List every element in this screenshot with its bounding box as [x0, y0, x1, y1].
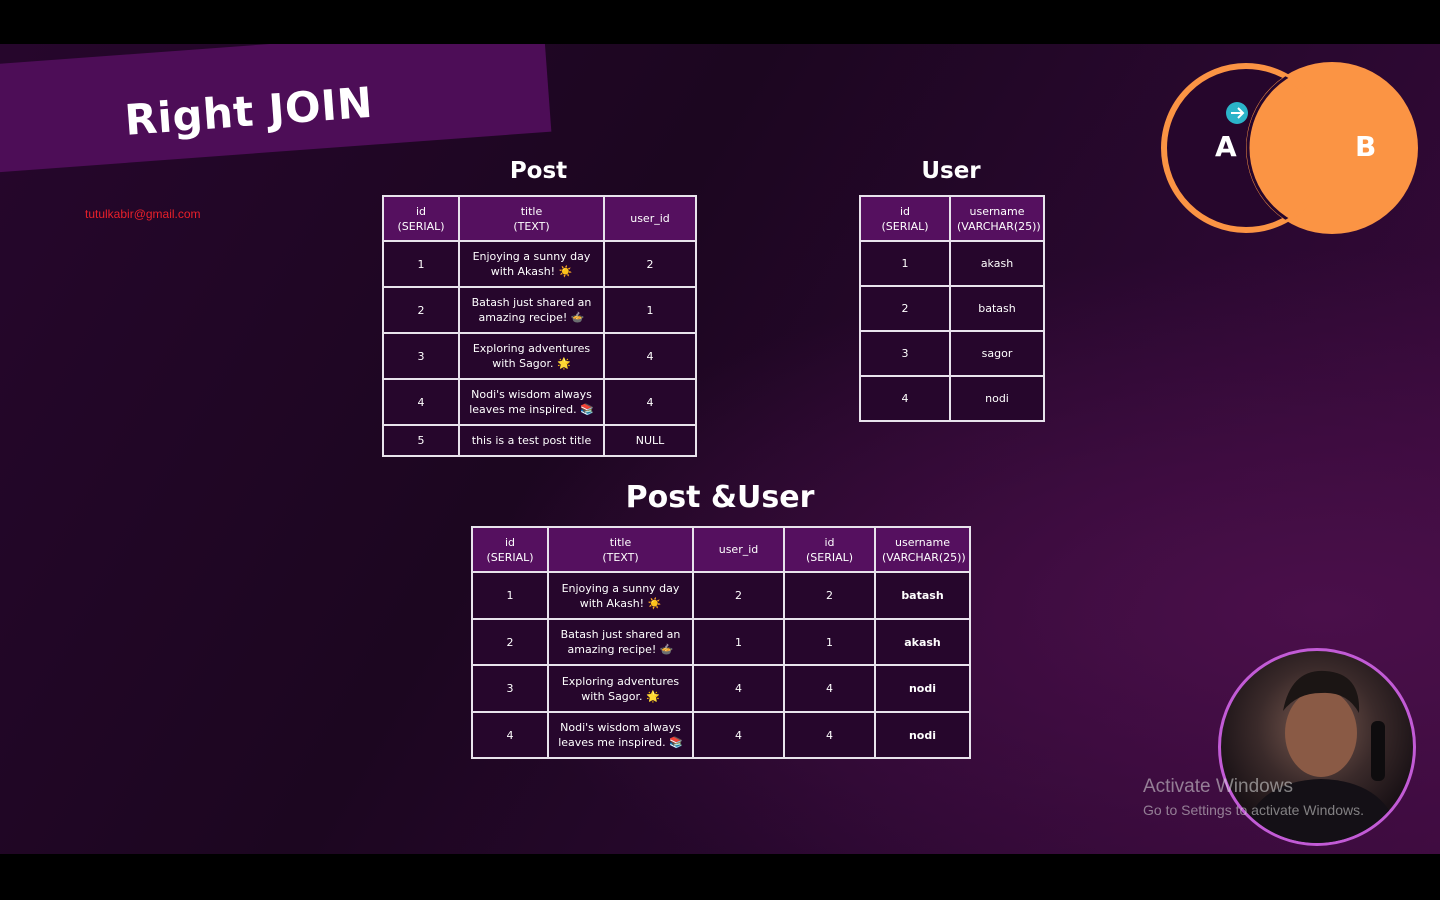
header-label: title	[609, 535, 632, 549]
table-cell: nodi	[874, 711, 971, 759]
header-type: (SERIAL)	[397, 219, 445, 233]
joined-header-cell: title (TEXT)	[547, 526, 694, 573]
table-cell: 1	[692, 618, 785, 666]
table-cell: 2	[382, 286, 460, 334]
header-label: id	[504, 535, 516, 549]
table-row: 3 Exploring adventures with Sagor. 🌟 4 4 nod…	[471, 664, 971, 713]
table-cell: 1	[382, 240, 460, 288]
table-row: 5 this is a test post title NULL	[382, 424, 697, 457]
table-row: 2 Batash just shared an amazing recipe! 🍲…	[382, 286, 697, 334]
header-type: (SERIAL)	[486, 550, 534, 564]
table-cell: 5	[382, 424, 460, 457]
table-cell: 4	[783, 711, 876, 759]
header-label: user_id	[718, 543, 759, 556]
header-type: (VARCHAR(25))	[957, 219, 1041, 233]
table-cell: 4	[692, 664, 785, 713]
table-row: 2 batash	[859, 285, 1045, 332]
table-cell: akash	[949, 240, 1045, 287]
table-cell: 4	[603, 378, 697, 426]
table-row: 1 akash	[859, 240, 1045, 287]
table-cell: 1	[783, 618, 876, 666]
joined-header-cell: username (VARCHAR(25))	[874, 526, 971, 573]
table-row: 2 Batash just shared an amazing recipe! 🍲…	[471, 618, 971, 666]
table-cell: Nodi's wisdom always leaves me inspired.…	[458, 378, 605, 426]
joined-table-title: Post &User	[625, 480, 815, 515]
header-label: username	[895, 535, 950, 549]
table-row: 4 Nodi's wisdom always leaves me inspired…	[382, 378, 697, 426]
table-cell: 2	[783, 571, 876, 620]
joined-header-cell: user_id	[692, 526, 785, 573]
post-table: id (SERIAL) title (TEXT) user_id 1 Enjoying a…	[382, 195, 697, 457]
table-cell: 2	[603, 240, 697, 288]
header-label: user_id	[630, 212, 670, 225]
table-row: 4 nodi	[859, 375, 1045, 422]
header-label: id	[824, 535, 835, 549]
table-cell: Exploring adventures with Sagor. 🌟	[458, 332, 605, 380]
table-cell: 4	[603, 332, 697, 380]
joined-header-cell: id (SERIAL)	[471, 526, 549, 573]
post-table-title: Post	[509, 158, 568, 184]
venn-diagram: A B	[1158, 60, 1420, 235]
table-cell: Enjoying a sunny day with Akash! ☀️	[547, 571, 694, 620]
table-cell: 1	[603, 286, 697, 334]
header-label: username	[969, 204, 1025, 218]
table-cell: 4	[692, 711, 785, 759]
table-cell: 2	[859, 285, 951, 332]
header-type: (TEXT)	[602, 550, 639, 564]
header-type: (TEXT)	[513, 219, 550, 233]
table-cell: this is a test post title	[458, 424, 605, 457]
table-cell: 3	[382, 332, 460, 380]
venn-label-a: A	[1215, 130, 1237, 163]
table-cell: batash	[949, 285, 1045, 332]
table-cell: nodi	[874, 664, 971, 713]
table-cell: Nodi's wisdom always leaves me inspired.…	[547, 711, 694, 759]
user-table-title: User	[921, 158, 981, 184]
table-row: 1 Enjoying a sunny day with Akash! ☀️ 2	[382, 240, 697, 288]
windows-watermark-subtitle: Go to Settings to activate Windows.	[1143, 802, 1364, 818]
table-cell: Exploring adventures with Sagor. 🌟	[547, 664, 694, 713]
table-cell: akash	[874, 618, 971, 666]
post-header-cell: user_id	[603, 195, 697, 242]
table-row: 1 Enjoying a sunny day with Akash! ☀️ 2 2 ba…	[471, 571, 971, 620]
windows-watermark-title: Activate Windows	[1143, 776, 1293, 797]
header-type: (SERIAL)	[881, 219, 929, 233]
table-cell: 3	[859, 330, 951, 377]
table-cell: Enjoying a sunny day with Akash! ☀️	[458, 240, 605, 288]
header-type: (VARCHAR(25))	[882, 550, 966, 564]
table-cell: batash	[874, 571, 971, 620]
table-cell: Batash just shared an amazing recipe! 🍲	[547, 618, 694, 666]
table-cell: 1	[859, 240, 951, 287]
table-cell: 2	[692, 571, 785, 620]
table-row: 3 Exploring adventures with Sagor. 🌟 4	[382, 332, 697, 380]
table-cell: 4	[471, 711, 549, 759]
venn-label-b: B	[1355, 130, 1377, 163]
user-header-cell: id (SERIAL)	[859, 195, 951, 242]
table-cell: 3	[471, 664, 549, 713]
post-header-cell: id (SERIAL)	[382, 195, 460, 242]
slide: Right JOIN tutulkabir@gmail.com A B Post…	[0, 44, 1440, 854]
user-header-cell: username (VARCHAR(25))	[949, 195, 1045, 242]
joined-header-cell: id (SERIAL)	[783, 526, 876, 573]
header-label: title	[520, 204, 543, 218]
user-table: id (SERIAL) username (VARCHAR(25)) 1 akash 2 b…	[859, 195, 1045, 422]
joined-table: id (SERIAL) title (TEXT) user_id id (SERIAL) us…	[471, 526, 971, 759]
table-cell: Batash just shared an amazing recipe! 🍲	[458, 286, 605, 334]
header-type: (SERIAL)	[805, 550, 854, 564]
header-label: id	[899, 204, 911, 218]
venn-svg	[1161, 62, 1418, 234]
table-cell: 2	[471, 618, 549, 666]
table-cell: NULL	[603, 424, 697, 457]
table-cell: 4	[382, 378, 460, 426]
table-row: 3 sagor	[859, 330, 1045, 377]
table-cell: sagor	[949, 330, 1045, 377]
table-row: 4 Nodi's wisdom always leaves me inspired…	[471, 711, 971, 759]
table-cell: 1	[471, 571, 549, 620]
email-text: tutulkabir@gmail.com	[85, 207, 201, 221]
post-header-cell: title (TEXT)	[458, 195, 605, 242]
table-cell: 4	[783, 664, 876, 713]
header-label: id	[415, 204, 427, 218]
table-cell: 4	[859, 375, 951, 422]
table-cell: nodi	[949, 375, 1045, 422]
